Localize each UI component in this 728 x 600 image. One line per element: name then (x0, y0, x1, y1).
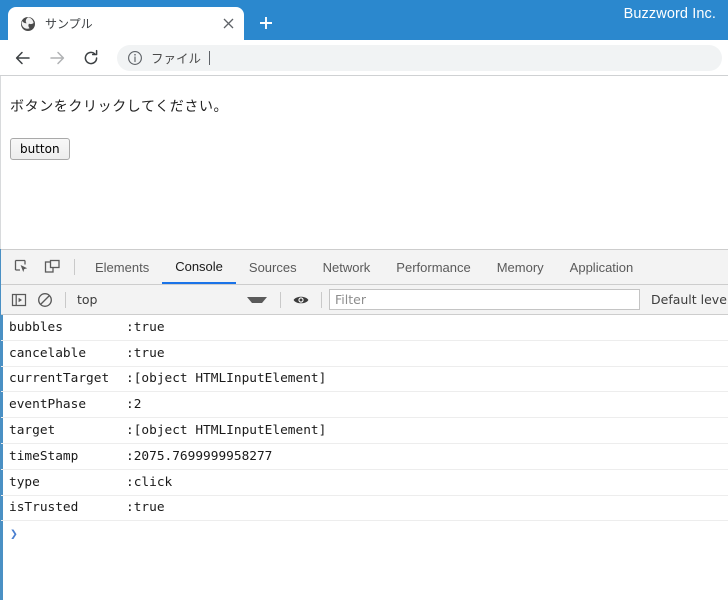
console-row-value: :2 (126, 397, 142, 413)
console-row-value: :click (126, 474, 173, 490)
browser-window: サンプル Buzzword Inc. ファイル ボタンをクリックしてください。 … (0, 0, 728, 600)
tab-performance[interactable]: Performance (383, 250, 483, 284)
console-toolbar-divider-1 (65, 291, 66, 308)
console-row-value: :[object HTMLInputElement] (126, 423, 327, 439)
log-levels-selector[interactable]: Default levels (651, 292, 728, 307)
page-message: ボタンをクリックしてください。 (10, 99, 229, 115)
tab-strip: サンプル Buzzword Inc. (0, 0, 728, 40)
toolbar-divider (74, 259, 75, 275)
console-row-value: :true (126, 500, 165, 516)
back-button[interactable] (9, 44, 37, 72)
chevron-down-icon (247, 296, 267, 303)
console-row-key: bubbles (9, 319, 63, 335)
console-toolbar: top Filter Default levels (1, 285, 728, 315)
console-row[interactable]: bubbles :true (1, 315, 728, 341)
browser-toolbar: ファイル (0, 40, 728, 76)
console-row-value: :[object HTMLInputElement] (126, 371, 327, 387)
close-icon[interactable] (218, 14, 238, 34)
clear-console-icon[interactable] (32, 287, 58, 313)
console-toolbar-divider-2 (280, 291, 281, 308)
console-row[interactable]: timeStamp :2075.7699999958277 (1, 443, 728, 470)
console-row-value: :2075.7699999958277 (126, 448, 273, 464)
console-empty-area[interactable] (1, 547, 728, 600)
console-sidebar-icon[interactable] (6, 287, 32, 313)
tab-elements[interactable]: Elements (82, 250, 162, 284)
execution-context-value: top (77, 292, 98, 307)
tab-title: サンプル (45, 17, 93, 31)
console-row-value: :true (126, 345, 165, 361)
console-row[interactable]: type :click (1, 469, 728, 496)
console-row-key: isTrusted (9, 500, 79, 516)
page-viewport: ボタンをクリックしてください。 button (0, 76, 728, 249)
tab-console[interactable]: Console (162, 250, 236, 284)
console-row-key: target (9, 423, 56, 439)
console-message-list: bubbles :true cancelable :true currentTa… (1, 315, 728, 600)
tab-network[interactable]: Network (310, 250, 384, 284)
reload-button[interactable] (77, 44, 105, 72)
console-row-key: timeStamp (9, 448, 79, 464)
console-row-key: cancelable (9, 345, 87, 361)
window-brand-title: Buzzword Inc. (623, 6, 716, 22)
console-row-key: eventPhase (9, 397, 87, 413)
new-tab-button[interactable] (252, 9, 280, 37)
devtools-panel: Elements Console Sources Network Perform… (0, 249, 728, 600)
globe-icon (20, 16, 36, 32)
console-row-value: :true (126, 319, 165, 335)
console-prompt-input[interactable] (24, 525, 728, 543)
console-row-key: currentTarget (9, 371, 110, 387)
console-row[interactable]: cancelable :true (1, 340, 728, 367)
device-toolbar-icon[interactable] (37, 250, 67, 284)
console-row[interactable]: target :[object HTMLInputElement] (1, 418, 728, 444)
devtools-tab-bar: Elements Console Sources Network Perform… (1, 249, 728, 285)
address-bar-caret (209, 50, 211, 65)
console-row[interactable]: isTrusted :true (1, 495, 728, 522)
address-bar-text: ファイル (151, 51, 202, 66)
console-filter-placeholder: Filter (335, 292, 366, 307)
console-toolbar-divider-3 (321, 291, 322, 308)
console-row-key: type (9, 474, 40, 490)
prompt-chevron-icon: ❯ (10, 526, 18, 542)
console-prompt[interactable]: ❯ (1, 521, 728, 548)
execution-context-selector[interactable]: top (73, 289, 273, 311)
tab-sources[interactable]: Sources (236, 250, 310, 284)
console-row[interactable]: eventPhase :2 (1, 392, 728, 419)
console-filter-input[interactable]: Filter (329, 289, 640, 310)
forward-button[interactable] (43, 44, 71, 72)
browser-tab[interactable]: サンプル (8, 7, 244, 40)
live-expression-icon[interactable] (288, 287, 314, 313)
address-bar[interactable]: ファイル (117, 44, 722, 71)
page-action-button[interactable]: button (10, 138, 70, 160)
info-circle-icon[interactable] (127, 50, 143, 66)
tab-memory[interactable]: Memory (484, 250, 557, 284)
inspect-element-icon[interactable] (7, 250, 37, 284)
console-row[interactable]: currentTarget :[object HTMLInputElement] (1, 366, 728, 393)
tab-application[interactable]: Application (557, 250, 647, 284)
